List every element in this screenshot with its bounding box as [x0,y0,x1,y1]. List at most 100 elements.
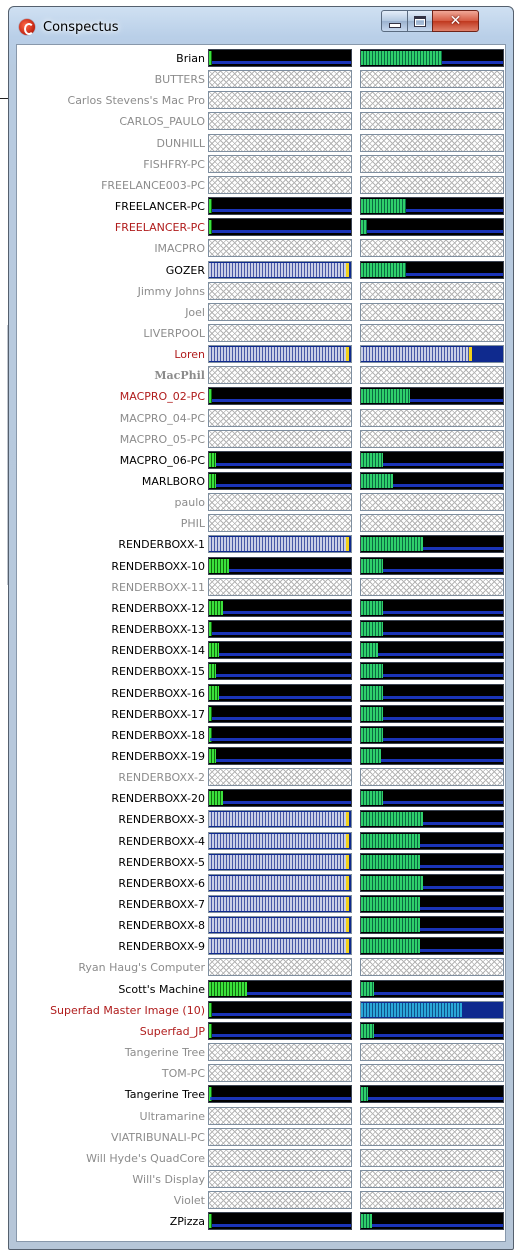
machine-row[interactable]: RENDERBOXX-1 [17,535,507,555]
memory-usage-bar [360,493,504,512]
machine-row[interactable]: RENDERBOXX-13 [17,620,507,640]
cpu-level-fill [209,685,219,700]
machine-row[interactable]: RENDERBOXX-10 [17,556,507,577]
machine-row[interactable]: RENDERBOXX-16 [17,683,507,704]
machine-row[interactable]: MACPRO_04-PC [17,408,507,429]
machine-row[interactable]: Ryan Haug's Computer [17,958,507,978]
mem-level-fill [361,199,406,214]
machine-row[interactable]: MACPRO_06-PC [17,450,507,471]
machine-row[interactable]: VIATRIBUNALI-PC [17,1127,507,1148]
machine-row[interactable]: RENDERBOXX-5 [17,852,507,873]
close-button[interactable]: ✕ [432,10,479,32]
mem-history-graph [420,907,503,910]
machine-name: FISHFRY-PC [143,157,205,171]
cpu-usage-bar [208,873,352,892]
machine-name: RENDERBOXX-9 [118,940,205,954]
mem-history-graph [381,758,503,762]
machine-name: RENDERBOXX-12 [111,601,205,615]
machine-row[interactable]: Tangerine Tree [17,1043,507,1063]
memory-usage-bar [360,323,504,342]
machine-row[interactable]: FISHFRY-PC [17,154,507,175]
machine-row[interactable]: GOZER [17,260,507,281]
machine-row[interactable]: RENDERBOXX-15 [17,662,507,682]
machine-name: Scott's Machine [118,982,205,996]
cpu-history-graph [212,230,351,234]
cpu-history-graph [219,695,351,699]
machine-name: Ryan Haug's Computer [78,961,205,975]
machine-row[interactable]: RENDERBOXX-20 [17,789,507,809]
cpu-usage-bar [208,514,352,533]
machine-row[interactable]: Superfad_JP [17,1021,507,1042]
machine-row[interactable]: MARLBORO [17,472,507,492]
memory-usage-bar [360,873,504,892]
machine-row[interactable]: Will's Display [17,1169,507,1190]
machine-row[interactable]: FREELANCE003-PC [17,175,507,196]
machine-row[interactable]: RENDERBOXX-14 [17,641,507,661]
machine-row[interactable]: MACPRO_05-PC [17,429,507,450]
cpu-history-graph [212,209,351,213]
machine-row[interactable]: Will Hyde's QuadCore [17,1148,507,1169]
machine-row[interactable]: RENDERBOXX-9 [17,937,507,957]
machine-name: TOM-PC [161,1067,205,1081]
machine-row[interactable]: RENDERBOXX-18 [17,725,507,746]
machine-row[interactable]: IMACPRO [17,239,507,259]
mem-level-fill [361,918,420,933]
cpu-history-graph [212,1012,351,1016]
machine-row[interactable]: Tangerine Tree [17,1085,507,1105]
machine-row[interactable]: Scott's Machine [17,979,507,1000]
machine-row[interactable]: FREELANCER-PC [17,218,507,238]
machine-row[interactable]: MACPRO_02-PC [17,387,507,407]
machine-row[interactable]: ZPizza [17,1212,507,1232]
machine-row[interactable]: RENDERBOXX-8 [17,916,507,936]
machine-row[interactable]: RENDERBOXX-7 [17,895,507,915]
minimize-button[interactable] [381,10,408,32]
machine-row[interactable]: RENDERBOXX-2 [17,768,507,788]
machine-name: RENDERBOXX-16 [111,686,205,700]
machine-row[interactable]: DUNHILL [17,133,507,154]
machine-name: IMACPRO [154,242,205,256]
machine-row[interactable]: BUTTERS [17,70,507,90]
machine-row[interactable]: Ultramarine [17,1106,507,1127]
machine-row[interactable]: Joel [17,302,507,323]
machine-row[interactable]: FREELANCER-PC [17,197,507,217]
machine-row[interactable]: TOM-PC [17,1064,507,1084]
machine-row[interactable]: RENDERBOXX-19 [17,746,507,767]
maximize-button[interactable] [407,10,433,32]
machine-row[interactable]: Jimmy Johns [17,281,507,302]
machine-list[interactable]: Brian BUTTERS Carlos Stevens's Mac Pro CARL… [16,44,506,1242]
mem-level-fill [361,622,383,637]
machine-row[interactable]: Brian [17,49,507,69]
cpu-usage-bar [208,704,352,723]
machine-row[interactable]: RENDERBOXX-17 [17,704,507,725]
machine-row[interactable]: Violet [17,1191,507,1211]
machine-name: RENDERBOXX-5 [118,855,205,869]
machine-row[interactable]: CARLOS_PAULO [17,112,507,132]
machine-row[interactable]: RENDERBOXX-12 [17,598,507,619]
cpu-usage-bar [208,387,352,406]
machine-row[interactable]: Carlos Stevens's Mac Pro [17,91,507,111]
machine-row[interactable]: RENDERBOXX-3 [17,810,507,830]
memory-usage-bar [360,366,504,385]
conspectus-window: Conspectus ✕ Brian BUTTERS Carlos Stevens'… [8,6,514,1250]
machine-row[interactable]: RENDERBOXX-6 [17,873,507,894]
cpu-usage-bar [208,1169,352,1188]
machine-row[interactable]: paulo [17,493,507,513]
machine-name: VIATRIBUNALI-PC [110,1130,205,1144]
machine-row[interactable]: Loren [17,345,507,365]
memory-usage-bar [360,154,504,173]
machine-row[interactable]: LIVERPOOL [17,323,507,344]
machine-name: DUNHILL [156,136,205,150]
cpu-usage-bar [208,197,352,216]
machine-row[interactable]: RENDERBOXX-11 [17,577,507,598]
memory-usage-bar [360,260,504,279]
machine-row[interactable]: MacPhil [17,366,507,386]
mem-history-graph [420,949,503,953]
memory-usage-bar [360,175,504,194]
window-title: Conspectus [43,20,119,35]
machine-row[interactable]: Superfad Master Image (10) [17,1000,507,1021]
memory-usage-bar [360,239,504,258]
title-bar[interactable]: Conspectus ✕ [9,7,513,37]
machine-row[interactable]: PHIL [17,514,507,534]
machine-row[interactable]: RENDERBOXX-4 [17,831,507,852]
cpu-usage-bar [208,916,352,935]
